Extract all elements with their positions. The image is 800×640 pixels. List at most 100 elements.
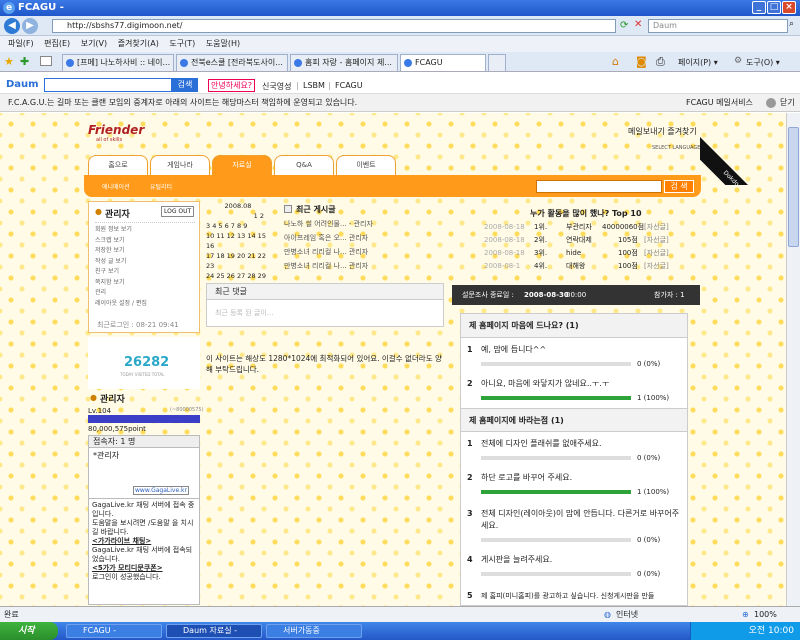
start-button[interactable]: 시작 — [0, 622, 58, 640]
menu-messages[interactable]: 쪽지함 보기 — [95, 278, 195, 289]
system-tray: 오전 10:00 — [690, 622, 800, 640]
feeds-icon[interactable]: ◙ — [636, 55, 647, 68]
survey-option-result: 1 (100%) — [637, 394, 670, 402]
calendar-row[interactable]: 17 18 19 20 21 22 23 — [206, 251, 270, 271]
daum-search-button[interactable]: 검색 — [172, 78, 198, 92]
logout-button[interactable]: LOG OUT — [161, 206, 195, 217]
ranking-row[interactable]: 2008-08-18 3위. hide 100점 [자선글] — [484, 247, 700, 260]
clock[interactable]: 오전 10:00 — [749, 626, 794, 636]
close-circle-icon[interactable] — [766, 98, 776, 108]
recent-post-item[interactable]: 나노하 썰 어려인물... - 관리자 — [284, 217, 444, 231]
menu-favorites[interactable]: 즐겨찾기(A) — [118, 39, 159, 48]
select-language[interactable]: SELECT LANGUAGE ▾ — [652, 145, 704, 151]
nav-qna[interactable]: Q&A — [274, 155, 334, 175]
survey-header: 설문조사 종료일 : 2008-08-30 00:00 참가자 : 1 — [452, 285, 700, 305]
browser-search-input[interactable]: Daum — [648, 19, 788, 33]
menu-layout[interactable]: 레이아웃 설정 / 편집 — [95, 299, 195, 310]
menu-edit[interactable]: 편집(E) — [44, 39, 70, 48]
survey-option-text[interactable]: 게시판을 늘려주세요. — [481, 554, 552, 566]
nav-event[interactable]: 이벤트 — [336, 155, 396, 175]
mail-favorites-links[interactable]: 메일보내기 즐겨찾기 — [628, 126, 697, 137]
gagalive-badge[interactable]: www.GagaLive.kr — [133, 486, 189, 495]
recent-posts-title: 최근 게시글 — [296, 205, 336, 214]
tab-1[interactable]: [프메] 나노하사비 :: 네이... — [62, 54, 174, 71]
calendar-row[interactable]: 1 2 — [206, 211, 270, 221]
greeting-badge[interactable]: 안녕하세요? — [208, 79, 256, 92]
taskbar-item-server[interactable]: 서버가동중 — [266, 624, 362, 638]
notice-close[interactable]: 닫기 — [780, 94, 795, 112]
menu-tools[interactable]: 도구(T) — [169, 39, 195, 48]
daum-link-2[interactable]: LSBM — [303, 81, 325, 90]
ranking-tag: [자선글] — [644, 236, 669, 244]
nav-games[interactable]: 게임나라 — [150, 155, 210, 175]
survey-option-text[interactable]: 아니요, 마음에 와닿지가 않네요..ㅜ.ㅜ — [481, 378, 609, 390]
menu-saved[interactable]: 저장한 보기 — [95, 246, 195, 257]
survey-option-text[interactable]: 전체에 디자인 플래쉬를 없애주세요. — [481, 438, 602, 450]
print-icon[interactable]: ⎙ — [656, 55, 665, 69]
tab-label: 전북e스쿨 [전라북도사이... — [191, 58, 283, 67]
menu-view[interactable]: 보기(V) — [81, 39, 107, 48]
recent-post-item[interactable]: 아이프레임 혹은 오... 관리자 — [284, 231, 444, 245]
menu-member-info[interactable]: 회원 정보 보기 — [95, 225, 195, 236]
favorites-star-icon[interactable]: ★ — [4, 55, 14, 68]
zoom-level[interactable]: 100% — [754, 607, 777, 622]
scrollbar-thumb[interactable] — [788, 127, 799, 247]
site-search-input[interactable] — [536, 180, 662, 193]
maximize-button[interactable]: □ — [767, 1, 781, 14]
menu-friends[interactable]: 친구 보기 — [95, 267, 195, 278]
subnav-animation[interactable]: 에니메이션 — [102, 182, 130, 191]
ranking-row[interactable]: 2008-08-18 2위. 연락대제 105점 [자선글] — [484, 234, 700, 247]
site-search-button[interactable]: 검 색 — [664, 180, 694, 193]
tools-menu[interactable]: 도구(O) ▾ — [746, 57, 780, 68]
mail-service-link[interactable]: FCAGU 메일서비스 — [686, 94, 753, 112]
menu-file[interactable]: 파일(F) — [8, 39, 34, 48]
daum-link-1[interactable]: 신국영성 — [262, 81, 291, 92]
taskbar-label: FCAGU - — [83, 626, 117, 635]
taskbar-item-fcagu[interactable]: FCAGU - — [66, 624, 162, 638]
home-icon[interactable]: ⌂ — [612, 55, 619, 68]
back-icon[interactable]: ◀ — [4, 18, 20, 34]
login-menu: 회원 정보 보기 스크랩 보기 저장한 보기 작성 글 보기 친구 보기 쪽지함… — [95, 222, 195, 310]
nav-archive[interactable]: 자료실 — [212, 155, 272, 175]
chat-user[interactable]: *관리자 — [93, 450, 119, 461]
calendar-row[interactable]: 10 11 12 13 14 15 16 — [206, 231, 270, 251]
menu-admin[interactable]: 관리 — [95, 288, 195, 299]
tab-list-icon[interactable] — [40, 56, 52, 66]
survey-option-text[interactable]: 예, 맘에 듭니다^^ — [481, 344, 546, 356]
address-input[interactable]: http://sbshs77.digimoon.net/ — [52, 19, 616, 33]
calendar-row[interactable]: 3 4 5 6 7 8 9 — [206, 221, 270, 231]
ranking-title: 누가 활동을 많이 했나? Top 10 — [530, 209, 642, 218]
ranking-rank: 2위. — [534, 236, 548, 244]
daum-link-3[interactable]: FCAGU — [335, 81, 363, 90]
subnav-utility[interactable]: 유틸리티 — [150, 182, 172, 191]
survey-option-text[interactable]: 제 홈피(미니홈피)를 광고하고 싶습니다. 신청게시판을 만들 — [481, 590, 654, 602]
tab-3[interactable]: 홈피 자랑 - 홈페이지 제... — [290, 54, 398, 71]
site-logo[interactable]: Friender — [88, 123, 144, 137]
recent-post-item[interactable]: 만병소녀 리리컬 나... 관리자 — [284, 259, 444, 273]
tab-2[interactable]: 전북e스쿨 [전라북도사이... — [176, 54, 288, 71]
menu-my-posts[interactable]: 작성 글 보기 — [95, 257, 195, 268]
menu-help[interactable]: 도움말(H) — [206, 39, 240, 48]
menu-scrap[interactable]: 스크랩 보기 — [95, 236, 195, 247]
daum-search-input[interactable] — [44, 78, 172, 92]
taskbar-item-daum[interactable]: Daum 자료실 - — [166, 624, 262, 638]
ranking-row[interactable]: 2008-08-1 4위. 대해왕 100점 [자선글] — [484, 260, 700, 273]
refresh-icon[interactable]: ⟳ — [620, 20, 628, 31]
close-button[interactable]: × — [782, 1, 796, 14]
new-tab-button[interactable] — [488, 54, 506, 71]
minimize-button[interactable]: _ — [752, 1, 766, 14]
tab-active-fcagu[interactable]: FCAGU — [400, 54, 486, 71]
survey-option-text[interactable]: 전체 디자인(레이아웃)이 맘에 안듭니다. 다른거로 바꾸어주세요. — [481, 508, 681, 532]
stop-icon[interactable]: ✕ — [634, 19, 642, 30]
forward-icon[interactable]: ▶ — [22, 18, 38, 34]
recent-post-item[interactable]: 만병소녀 리리컬 나... 관리자 — [284, 245, 444, 259]
survey-option-text[interactable]: 하단 로고를 바꾸어 주세요. — [481, 472, 572, 484]
search-icon[interactable]: ⌕ — [789, 19, 794, 29]
ranking-row[interactable]: 2008-08-18 1위. 부관리자 40000060점 [자선글] — [484, 221, 700, 234]
add-favorite-icon[interactable]: ✚ — [20, 55, 29, 68]
page-scrollbar[interactable] — [786, 113, 800, 606]
page-menu[interactable]: 페이지(P) ▾ — [678, 57, 718, 68]
ranking-tag: [자선글] — [644, 262, 669, 270]
survey-end-date: 2008-08-30 — [524, 291, 569, 299]
nav-home[interactable]: 홈으로 — [88, 155, 148, 175]
